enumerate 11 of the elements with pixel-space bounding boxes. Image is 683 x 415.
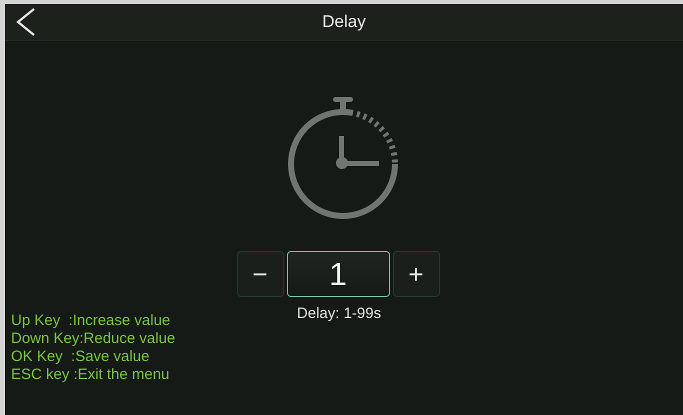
key-hint: Down Key:Reduce value — [11, 330, 176, 348]
decrease-button[interactable]: − — [236, 251, 284, 297]
key-hint: OK Key :Save value — [11, 348, 150, 366]
value-field[interactable]: 1 — [286, 251, 390, 297]
key-hint: Up Key :Increase value — [11, 312, 172, 330]
back-icon[interactable] — [15, 7, 37, 37]
stopwatch-icon — [287, 95, 399, 221]
key-hint: ESC key :Exit the menu — [11, 366, 170, 384]
range-caption: Delay: 1-99s — [296, 305, 382, 322]
screen-title: Delay — [322, 12, 366, 32]
increase-button[interactable]: + — [392, 251, 440, 297]
